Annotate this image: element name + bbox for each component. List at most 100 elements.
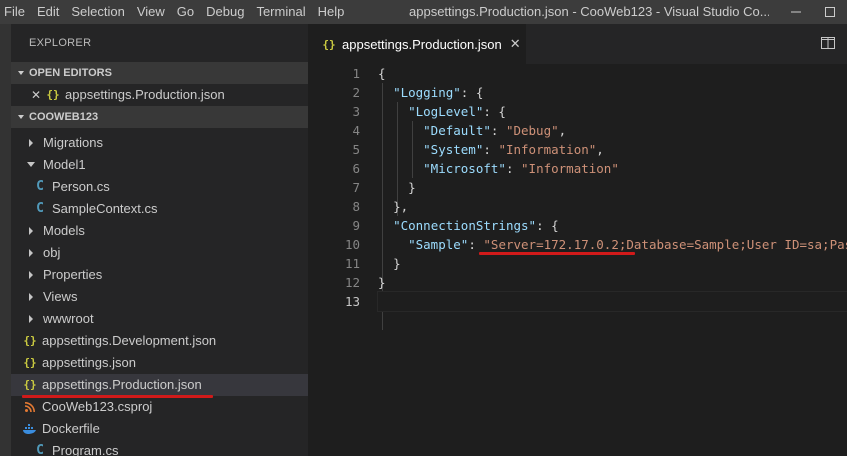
- code-token: : {: [460, 85, 484, 100]
- code-line: }: [378, 178, 847, 197]
- close-icon[interactable]: ✕: [29, 84, 43, 106]
- tree-file[interactable]: C Program.cs: [11, 440, 308, 456]
- code-token: :: [505, 161, 522, 176]
- open-editor-item[interactable]: ✕ {} appsettings.Production.json: [11, 84, 308, 106]
- code-token: "Server=172.17.0.2;Database=Sample;User …: [483, 237, 847, 252]
- tree-folder[interactable]: obj: [11, 242, 308, 264]
- folder-label: wwwroot: [43, 311, 94, 326]
- maximize-button[interactable]: [813, 0, 847, 24]
- tree-file[interactable]: {} appsettings.json: [11, 352, 308, 374]
- code-line: "Logging": {: [378, 83, 847, 102]
- chevron-right-icon: [25, 315, 37, 323]
- code-token: "Sample": [408, 237, 469, 252]
- code-token: "Default": [423, 123, 491, 138]
- menu-file[interactable]: File: [0, 0, 31, 24]
- code-token: "Logging": [393, 85, 461, 100]
- docker-icon: [23, 424, 37, 434]
- menu-bar: File Edit Selection View Go Debug Termin…: [0, 0, 350, 24]
- line-number: 9: [352, 218, 360, 233]
- menu-view[interactable]: View: [131, 0, 171, 24]
- code-token: : {: [536, 218, 559, 233]
- file-label: appsettings.Development.json: [42, 333, 217, 348]
- chevron-right-icon: [25, 249, 37, 257]
- code-line: "Default": "Debug",: [378, 121, 847, 140]
- line-number: 11: [344, 256, 360, 271]
- json-file-icon: {}: [23, 378, 37, 391]
- line-number: 1: [352, 66, 360, 81]
- code-token: "LogLevel": [408, 104, 484, 119]
- maximize-icon: [825, 7, 835, 17]
- tab-bar: {} appsettings.Production.json ✕: [308, 24, 847, 64]
- code-lines: { "Logging": { "LogLevel": { "Default": …: [377, 64, 847, 330]
- menu-edit[interactable]: Edit: [31, 0, 65, 24]
- code-token: :: [483, 142, 499, 157]
- csharp-file-icon: C: [36, 201, 44, 216]
- chevron-down-icon: [13, 69, 29, 77]
- code-token: ,: [558, 123, 567, 138]
- project-header[interactable]: COOWEB123: [11, 106, 308, 128]
- code-line-current: [377, 291, 847, 312]
- line-number-gutter: 1 2 3 4 5 6 7 8 9 10 11 12 13: [308, 64, 360, 311]
- minimize-button[interactable]: [779, 0, 813, 24]
- code-token: }: [378, 275, 386, 290]
- code-token: : {: [483, 104, 506, 119]
- json-file-icon: {}: [322, 37, 336, 51]
- tree-file[interactable]: C SampleContext.cs: [11, 198, 308, 220]
- code-token: "System": [423, 142, 484, 157]
- title-bar: File Edit Selection View Go Debug Termin…: [0, 0, 847, 24]
- menu-terminal[interactable]: Terminal: [250, 0, 311, 24]
- tree-folder[interactable]: Migrations: [11, 132, 308, 154]
- folder-label: Properties: [43, 267, 103, 282]
- tree-file[interactable]: C Person.cs: [11, 176, 308, 198]
- explorer-sidebar: EXPLORER OPEN EDITORS ✕ {} appsettings.P…: [11, 24, 308, 456]
- code-line: }: [378, 254, 847, 273]
- tree-folder[interactable]: Models: [11, 220, 308, 242]
- tree-folder[interactable]: wwwroot: [11, 308, 308, 330]
- editor-tab[interactable]: {} appsettings.Production.json ✕: [308, 24, 526, 64]
- code-token: }: [408, 180, 416, 195]
- code-line: "ConnectionStrings": {: [378, 216, 847, 235]
- folder-label: obj: [43, 245, 61, 260]
- tree-folder[interactable]: Views: [11, 286, 308, 308]
- line-number: 12: [344, 275, 360, 290]
- code-view[interactable]: 1 2 3 4 5 6 7 8 9 10 11 12 13 { "Logging…: [308, 64, 847, 456]
- chevron-down-icon: [25, 161, 37, 169]
- tree-file[interactable]: {} appsettings.Development.json: [11, 330, 308, 352]
- open-editor-label: appsettings.Production.json: [65, 87, 225, 102]
- close-icon[interactable]: ✕: [510, 36, 521, 52]
- tree-file-selected[interactable]: {} appsettings.Production.json: [11, 374, 308, 396]
- file-label: Dockerfile: [42, 421, 100, 436]
- line-number: 8: [352, 199, 360, 214]
- code-token: {: [378, 66, 386, 81]
- tree-folder[interactable]: Properties: [11, 264, 308, 286]
- window-title: appsettings.Production.json - CooWeb123 …: [409, 4, 769, 19]
- code-token: "Debug": [505, 123, 559, 138]
- file-label: Person.cs: [52, 179, 110, 194]
- chevron-down-icon: [13, 113, 29, 121]
- open-editors-header[interactable]: OPEN EDITORS: [11, 62, 308, 84]
- chevron-right-icon: [25, 139, 37, 147]
- code-line: "System": "Information",: [378, 140, 847, 159]
- folder-label: Views: [43, 289, 78, 304]
- open-editors-label: OPEN EDITORS: [29, 67, 112, 79]
- file-label: appsettings.Production.json: [42, 377, 202, 392]
- csharp-file-icon: C: [36, 179, 44, 194]
- tree-folder[interactable]: Model1: [11, 154, 308, 176]
- split-editor-icon[interactable]: [821, 36, 837, 52]
- rss-icon: [23, 402, 37, 412]
- tree-file[interactable]: CooWeb123.csproj: [11, 396, 308, 418]
- menu-selection[interactable]: Selection: [65, 0, 130, 24]
- code-token: "ConnectionStrings": [393, 218, 537, 233]
- chevron-right-icon: [25, 293, 37, 301]
- menu-go[interactable]: Go: [171, 0, 200, 24]
- minimize-icon: [791, 11, 801, 13]
- code-line: },: [378, 197, 847, 216]
- code-line: {: [378, 64, 847, 83]
- tree-file[interactable]: Dockerfile: [11, 418, 308, 440]
- code-token: },: [393, 199, 409, 214]
- menu-help[interactable]: Help: [312, 0, 351, 24]
- line-number: 3: [352, 104, 360, 119]
- menu-debug[interactable]: Debug: [200, 0, 250, 24]
- window-controls: [779, 0, 847, 24]
- line-number-active: 13: [344, 294, 360, 309]
